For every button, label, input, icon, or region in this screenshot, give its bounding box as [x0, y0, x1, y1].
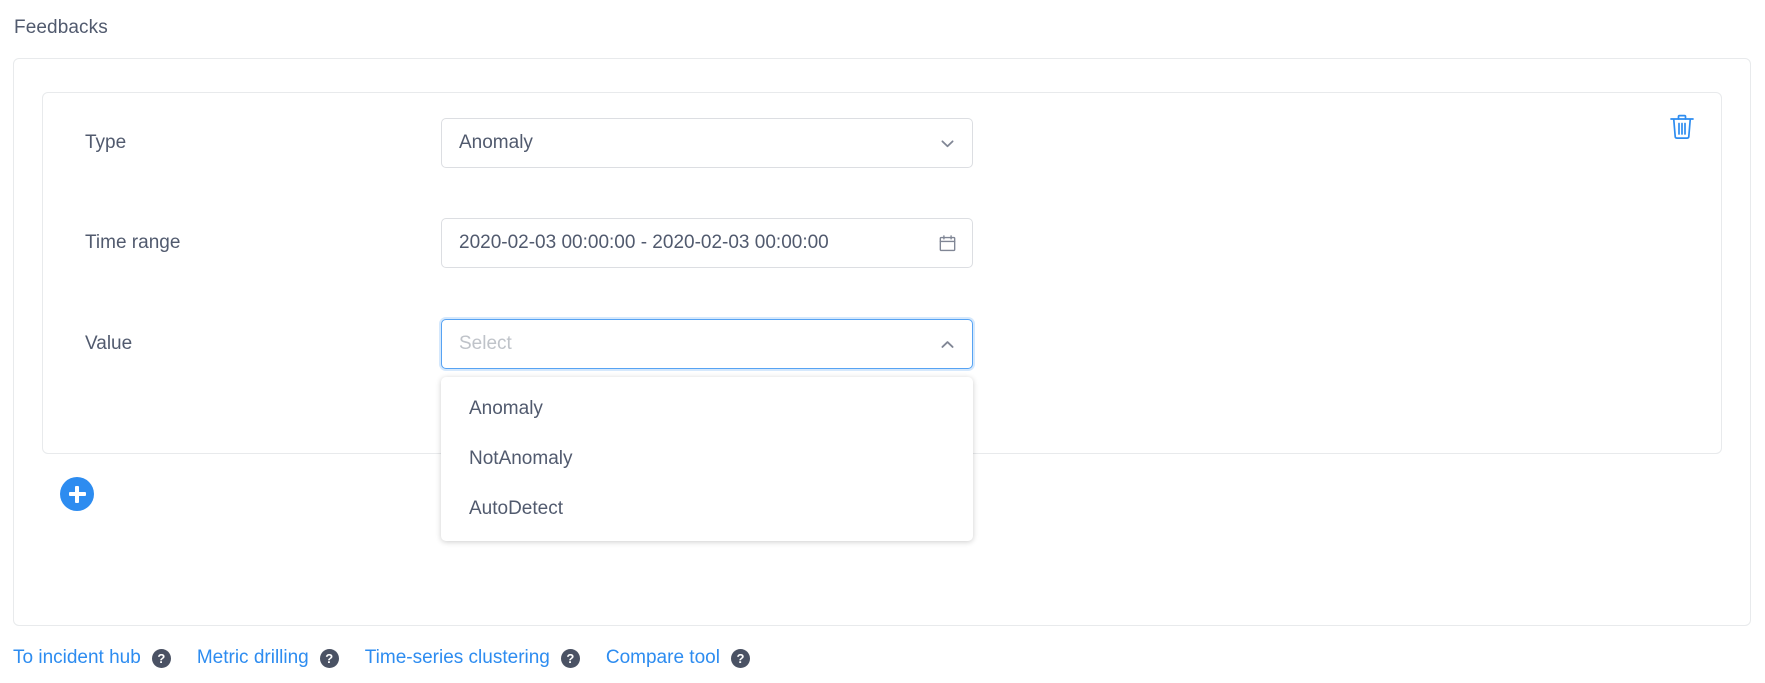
- question-mark-icon[interactable]: ?: [320, 649, 339, 668]
- value-select-dropdown: Anomaly NotAnomaly AutoDetect: [441, 377, 973, 541]
- label-type: Type: [85, 118, 415, 168]
- link-group-timeseries-clustering: Time-series clustering ?: [365, 647, 580, 669]
- link-time-series-clustering[interactable]: Time-series clustering: [365, 647, 550, 669]
- feedbacks-page: Feedbacks Type: [0, 0, 1765, 683]
- chevron-up-icon: [936, 333, 958, 355]
- type-select-value: Anomaly: [459, 132, 936, 154]
- add-feedback-button[interactable]: [60, 477, 94, 511]
- link-group-metric-drilling: Metric drilling ?: [197, 647, 339, 669]
- dropdown-option-anomaly[interactable]: Anomaly: [441, 384, 973, 434]
- plus-icon-vertical: [75, 486, 78, 503]
- feedbacks-panel: Type Anomaly Time range 2020-02-03 00:00…: [13, 58, 1751, 626]
- link-group-incident-hub: To incident hub ?: [13, 647, 171, 669]
- link-to-incident-hub[interactable]: To incident hub: [13, 647, 141, 669]
- form-row-value: Value Select Anomaly NotAnomaly AutoDete…: [43, 319, 1721, 369]
- value-select-placeholder: Select: [459, 333, 936, 355]
- page-title: Feedbacks: [14, 14, 108, 42]
- link-compare-tool[interactable]: Compare tool: [606, 647, 720, 669]
- form-row-type: Type Anomaly: [43, 118, 1721, 168]
- label-time-range: Time range: [85, 218, 415, 268]
- chevron-down-icon: [936, 132, 958, 154]
- question-mark-icon[interactable]: ?: [561, 649, 580, 668]
- link-group-compare-tool: Compare tool ?: [606, 647, 750, 669]
- dropdown-option-notanomaly[interactable]: NotAnomaly: [441, 434, 973, 484]
- question-mark-icon[interactable]: ?: [152, 649, 171, 668]
- link-metric-drilling[interactable]: Metric drilling: [197, 647, 309, 669]
- form-row-time-range: Time range 2020-02-03 00:00:00 - 2020-02…: [43, 218, 1721, 268]
- question-mark-icon[interactable]: ?: [731, 649, 750, 668]
- type-select[interactable]: Anomaly: [441, 118, 973, 168]
- footer-links: To incident hub ? Metric drilling ? Time…: [13, 644, 776, 672]
- time-range-value: 2020-02-03 00:00:00 - 2020-02-03 00:00:0…: [459, 232, 936, 254]
- feedback-item-card: Type Anomaly Time range 2020-02-03 00:00…: [42, 92, 1722, 454]
- time-range-picker[interactable]: 2020-02-03 00:00:00 - 2020-02-03 00:00:0…: [441, 218, 973, 268]
- calendar-icon: [936, 232, 958, 254]
- value-select[interactable]: Select: [441, 319, 973, 369]
- dropdown-option-autodetect[interactable]: AutoDetect: [441, 484, 973, 534]
- label-value: Value: [85, 319, 415, 369]
